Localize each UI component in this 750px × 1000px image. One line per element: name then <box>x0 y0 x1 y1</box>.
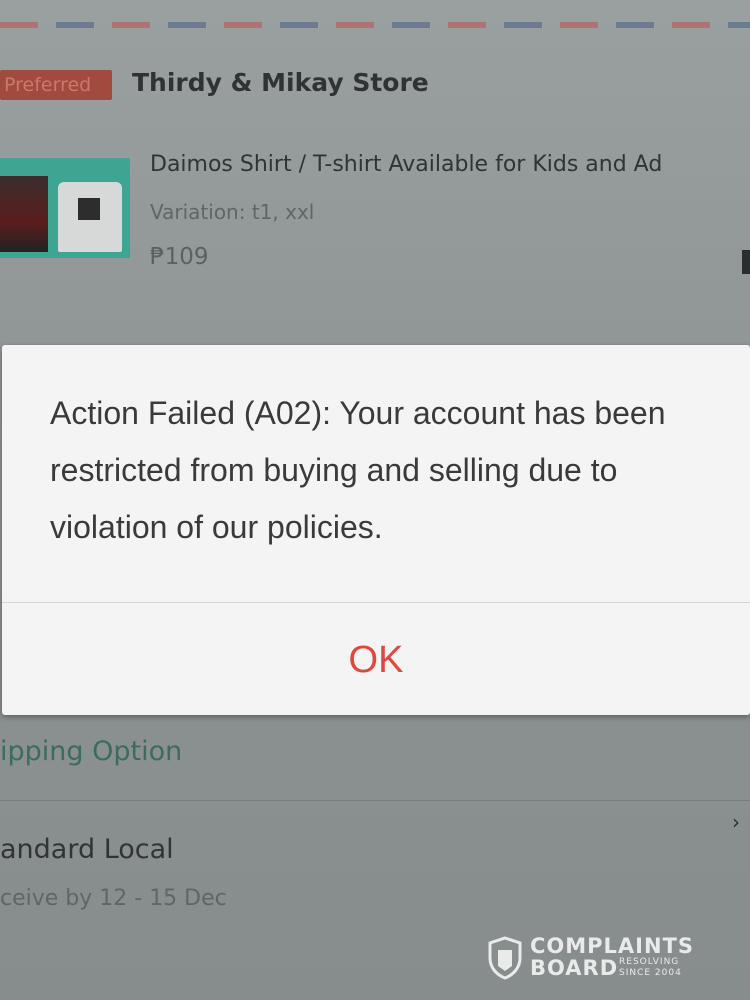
address-text-cut <box>420 0 680 8</box>
product-price: ₱109 <box>150 244 209 270</box>
action-failed-dialog: Action Failed (A02): Your account has be… <box>2 345 750 715</box>
watermark-sub1: RESOLVING <box>619 957 680 967</box>
dialog-divider <box>2 602 750 603</box>
shirt-print <box>78 198 100 220</box>
store-header[interactable]: Preferred Thirdy & Mikay Store <box>0 64 750 104</box>
product-title[interactable]: Daimos Shirt / T-shirt Available for Kid… <box>150 152 750 177</box>
product-image-poster <box>0 176 48 252</box>
shipping-divider <box>0 800 750 801</box>
chevron-right-icon[interactable]: › <box>732 810 748 834</box>
shipping-option-label: ipping Option <box>0 736 183 767</box>
watermark-line1: COMPLAINTS <box>530 934 695 958</box>
watermark-line2: BOARD <box>530 956 619 980</box>
product-variation: Variation: t1, xxl <box>150 200 315 224</box>
watermark-sub2: SINCE 2004 <box>619 968 682 978</box>
delivery-estimate: ceive by 12 - 15 Dec <box>0 886 227 911</box>
watermark-sub: RESOLVING SINCE 2004 <box>619 957 682 979</box>
product-thumbnail[interactable] <box>0 158 130 258</box>
store-name: Thirdy & Mikay Store <box>132 68 429 97</box>
shield-icon <box>488 936 522 980</box>
ok-button[interactable]: OK <box>2 605 750 715</box>
complaints-board-watermark: COMPLAINTS BOARD RESOLVING SINCE 2004 <box>488 934 738 982</box>
dialog-message: Action Failed (A02): Your account has be… <box>50 395 666 545</box>
preferred-badge: Preferred <box>0 70 112 100</box>
edge-shadow <box>742 250 750 274</box>
second-product-title-obscured <box>150 328 750 346</box>
airmail-divider <box>0 22 750 28</box>
shipping-method[interactable]: andard Local <box>0 834 174 865</box>
